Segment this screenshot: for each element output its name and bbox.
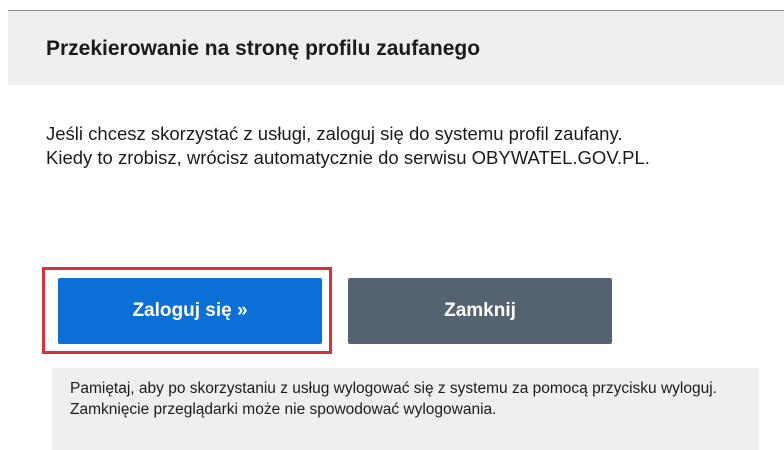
dialog-title: Przekierowanie na stronę profilu zaufane… [46, 37, 481, 60]
background-page-fragment [0, 0, 784, 10]
dialog-header: Przekierowanie na stronę profilu zaufane… [8, 11, 784, 85]
logout-notice: Pamiętaj, aby po skorzystaniu z usług wy… [52, 368, 759, 450]
page: Przekierowanie na stronę profilu zaufane… [0, 0, 784, 450]
message-line-return: Kiedy to zrobisz, wrócisz automatycznie … [46, 147, 650, 168]
dialog-message: Jeśli chcesz skorzystać z usługi, zalogu… [46, 122, 686, 170]
login-button[interactable]: Zaloguj się » [58, 278, 322, 344]
message-line-login: Jeśli chcesz skorzystać z usługi, zalogu… [46, 123, 623, 144]
close-button[interactable]: Zamknij [348, 278, 612, 344]
logout-notice-text: Pamiętaj, aby po skorzystaniu z usług wy… [70, 380, 717, 418]
